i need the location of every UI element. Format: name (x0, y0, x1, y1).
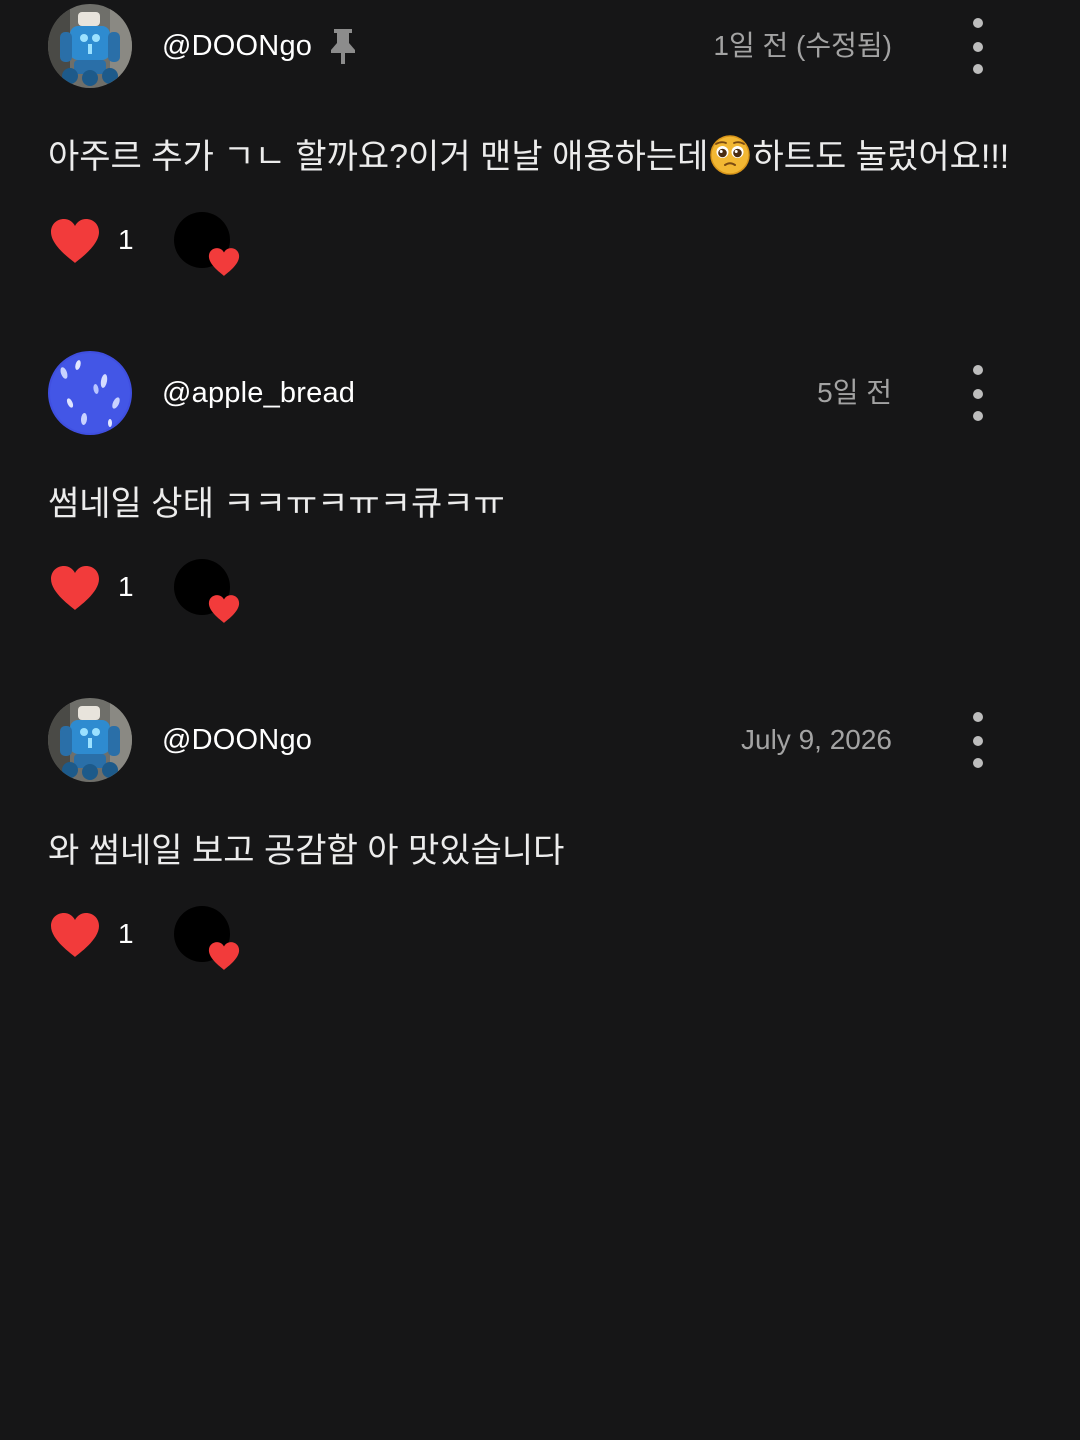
comment-item: @DOONgo July 9, 2026 와 썸네일 보고 공감함 아 맛있습니… (0, 694, 1080, 994)
username[interactable]: @DOONgo (162, 28, 312, 64)
creator-heart-badge (174, 212, 244, 278)
dot-icon (973, 758, 983, 768)
like-button[interactable] (48, 563, 102, 613)
more-options-button[interactable] (958, 359, 998, 429)
dot-icon (973, 42, 983, 52)
dot-icon (973, 736, 983, 746)
robot-avatar-image (48, 4, 132, 88)
comment-text: 썸네일 상태 ㅋㅋㅠㅋㅠㅋ큐ㅋㅠ (48, 485, 505, 523)
timestamp: 5일 전 (817, 377, 892, 408)
heart-icon (207, 593, 241, 625)
timestamp: 1일 전 (수정됨) (713, 30, 892, 61)
dot-icon (973, 365, 983, 375)
timestamp: July 9, 2026 (741, 724, 892, 755)
like-button[interactable] (48, 216, 102, 266)
heart-icon (51, 566, 99, 610)
pleading-face-emoji-icon (709, 134, 751, 176)
avatar[interactable] (48, 4, 132, 88)
like-count: 1 (118, 571, 134, 602)
comment-text: 아주르 추가 ㄱㄴ 할까요?이거 맨날 애용하는데 하트도 눌렀어요!!! (48, 134, 1009, 180)
comment-item: @apple_bread 5일 전 썸네일 상태 ㅋㅋㅠㅋㅠㅋ큐ㅋㅠ 1 (0, 347, 1080, 647)
more-options-button[interactable] (958, 706, 998, 776)
username[interactable]: @DOONgo (162, 722, 312, 758)
comment-text-part: 아주르 추가 ㄱㄴ 할까요?이거 맨날 애용하는데 (48, 138, 709, 176)
dot-icon (973, 411, 983, 421)
comment-item: @DOONgo 1일 전 (수정됨) 아주르 추가 ㄱㄴ 할까요?이거 맨날 애… (0, 0, 1080, 300)
heart-icon (207, 940, 241, 972)
like-count: 1 (118, 224, 134, 255)
heart-icon (207, 246, 241, 278)
comment-text: 와 썸네일 보고 공감함 아 맛있습니다 (48, 832, 565, 870)
blue-pattern-avatar-image (48, 351, 132, 435)
like-button[interactable] (48, 910, 102, 960)
username[interactable]: @apple_bread (162, 375, 355, 411)
creator-heart-badge (174, 906, 244, 972)
like-count: 1 (118, 918, 134, 949)
more-options-button[interactable] (958, 12, 998, 82)
robot-avatar-image (48, 698, 132, 782)
pin-icon (325, 26, 361, 66)
creator-heart-badge (174, 559, 244, 625)
dot-icon (973, 64, 983, 74)
dot-icon (973, 389, 983, 399)
avatar[interactable] (48, 351, 132, 435)
comment-text-part: 하트도 눌렀어요!!! (752, 138, 1010, 176)
heart-icon (51, 913, 99, 957)
dot-icon (973, 18, 983, 28)
dot-icon (973, 712, 983, 722)
avatar[interactable] (48, 698, 132, 782)
heart-icon (51, 219, 99, 263)
